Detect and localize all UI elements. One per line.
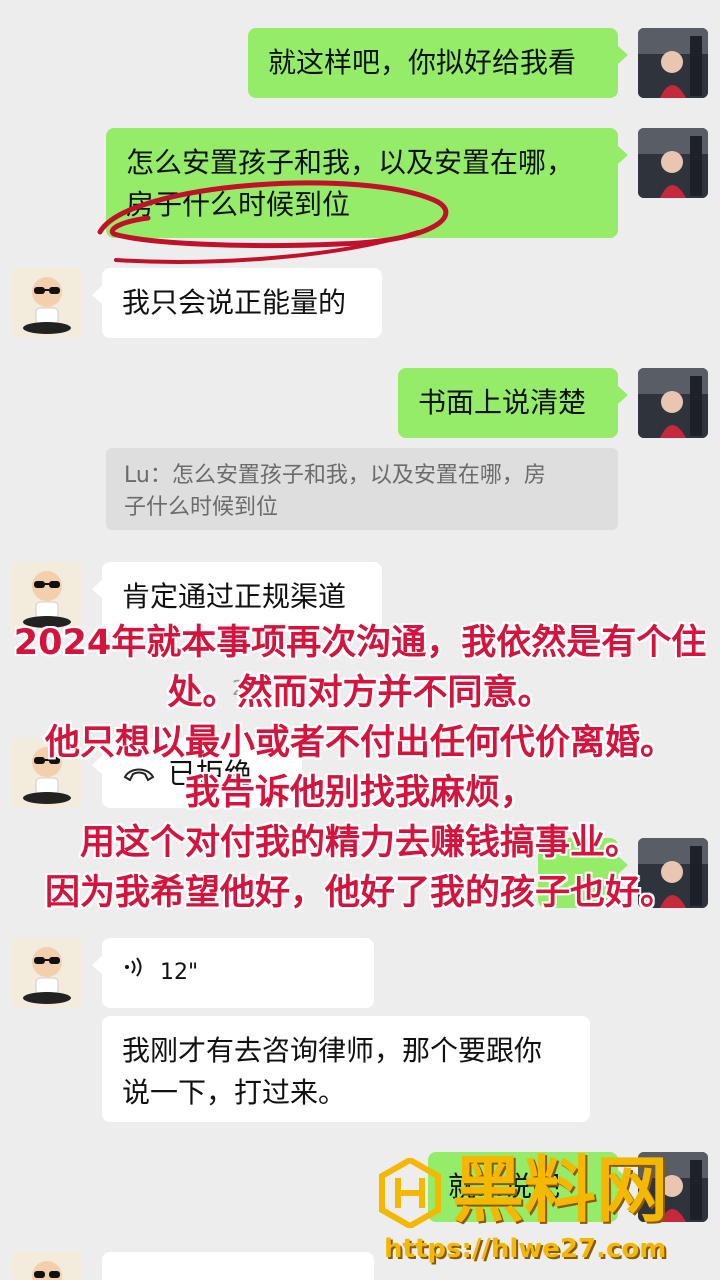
bubble-tail: [618, 386, 628, 404]
avatar[interactable]: [638, 368, 708, 438]
bubble-tail: [92, 286, 102, 304]
message-text-line: 我刚才有去咨询律师，那个要跟你: [122, 1034, 543, 1067]
bubble-tail: [618, 146, 628, 164]
avatar[interactable]: [12, 1252, 82, 1280]
bubble-tail: [618, 46, 628, 64]
message-bubble[interactable]: 就这样吧，你拟好给我看: [248, 28, 618, 98]
quote-text-line: 子什么时候到位: [124, 495, 279, 520]
avatar-photo-icon: [638, 28, 708, 98]
cartoon-avatar-icon: [12, 1252, 82, 1280]
watermark-brand: 黑料网: [452, 1148, 669, 1232]
overlay-line: 我告诉他别找我麻烦，: [184, 773, 535, 813]
overlay-line: 因为我希望他好，他好了我的孩子也好。: [44, 873, 675, 913]
overlay-line: 处。然而对方并不同意。: [167, 673, 553, 713]
message-bubble[interactable]: 我刚才有去咨询律师，那个要跟你 说一下，打过来。: [102, 1016, 590, 1122]
message-text: 我只会说正能量的: [122, 286, 347, 319]
avatar-photo-icon: [638, 368, 708, 438]
overlay-line: 他只想以最小或者不付出任何代价离婚。: [44, 723, 675, 763]
voice-duration: 12": [160, 960, 199, 985]
overlay-line: 用这个对付我的精力去赚钱搞事业。: [79, 823, 640, 863]
message-bubble[interactable]: [102, 1252, 374, 1280]
message-text-line: 说一下，打过来。: [122, 1076, 347, 1109]
avatar[interactable]: [638, 128, 708, 198]
message-bubble[interactable]: 书面上说清楚: [398, 368, 618, 438]
avatar[interactable]: [638, 28, 708, 98]
voice-message-bubble[interactable]: 12": [102, 938, 374, 1008]
overlay-line: 2024年就本事项再次沟通，我依然是有个住: [13, 623, 707, 663]
avatar[interactable]: [12, 268, 82, 338]
quote-text-line: Lu：怎么安置孩子和我，以及安置在哪，房: [124, 463, 546, 488]
bubble-tail: [92, 580, 102, 598]
watermark-logo-icon: [379, 1158, 441, 1228]
cartoon-avatar-icon: [12, 268, 82, 338]
bubble-tail: [92, 956, 102, 974]
message-text: 书面上说清楚: [418, 386, 587, 419]
message-text: 就这样吧，你拟好给我看: [268, 46, 577, 79]
avatar-photo-icon: [638, 128, 708, 198]
avatar[interactable]: [12, 938, 82, 1008]
message-text: 肯定通过正规渠道: [122, 580, 347, 613]
quoted-message[interactable]: Lu：怎么安置孩子和我，以及安置在哪，房 子什么时候到位: [106, 448, 618, 530]
annotation-circle: [97, 180, 449, 264]
message-bubble[interactable]: 我只会说正能量的: [102, 268, 382, 338]
cartoon-avatar-icon: [12, 938, 82, 1008]
voice-wave-icon: [122, 952, 146, 994]
watermark-url: https://hlwe27.com: [384, 1234, 667, 1264]
